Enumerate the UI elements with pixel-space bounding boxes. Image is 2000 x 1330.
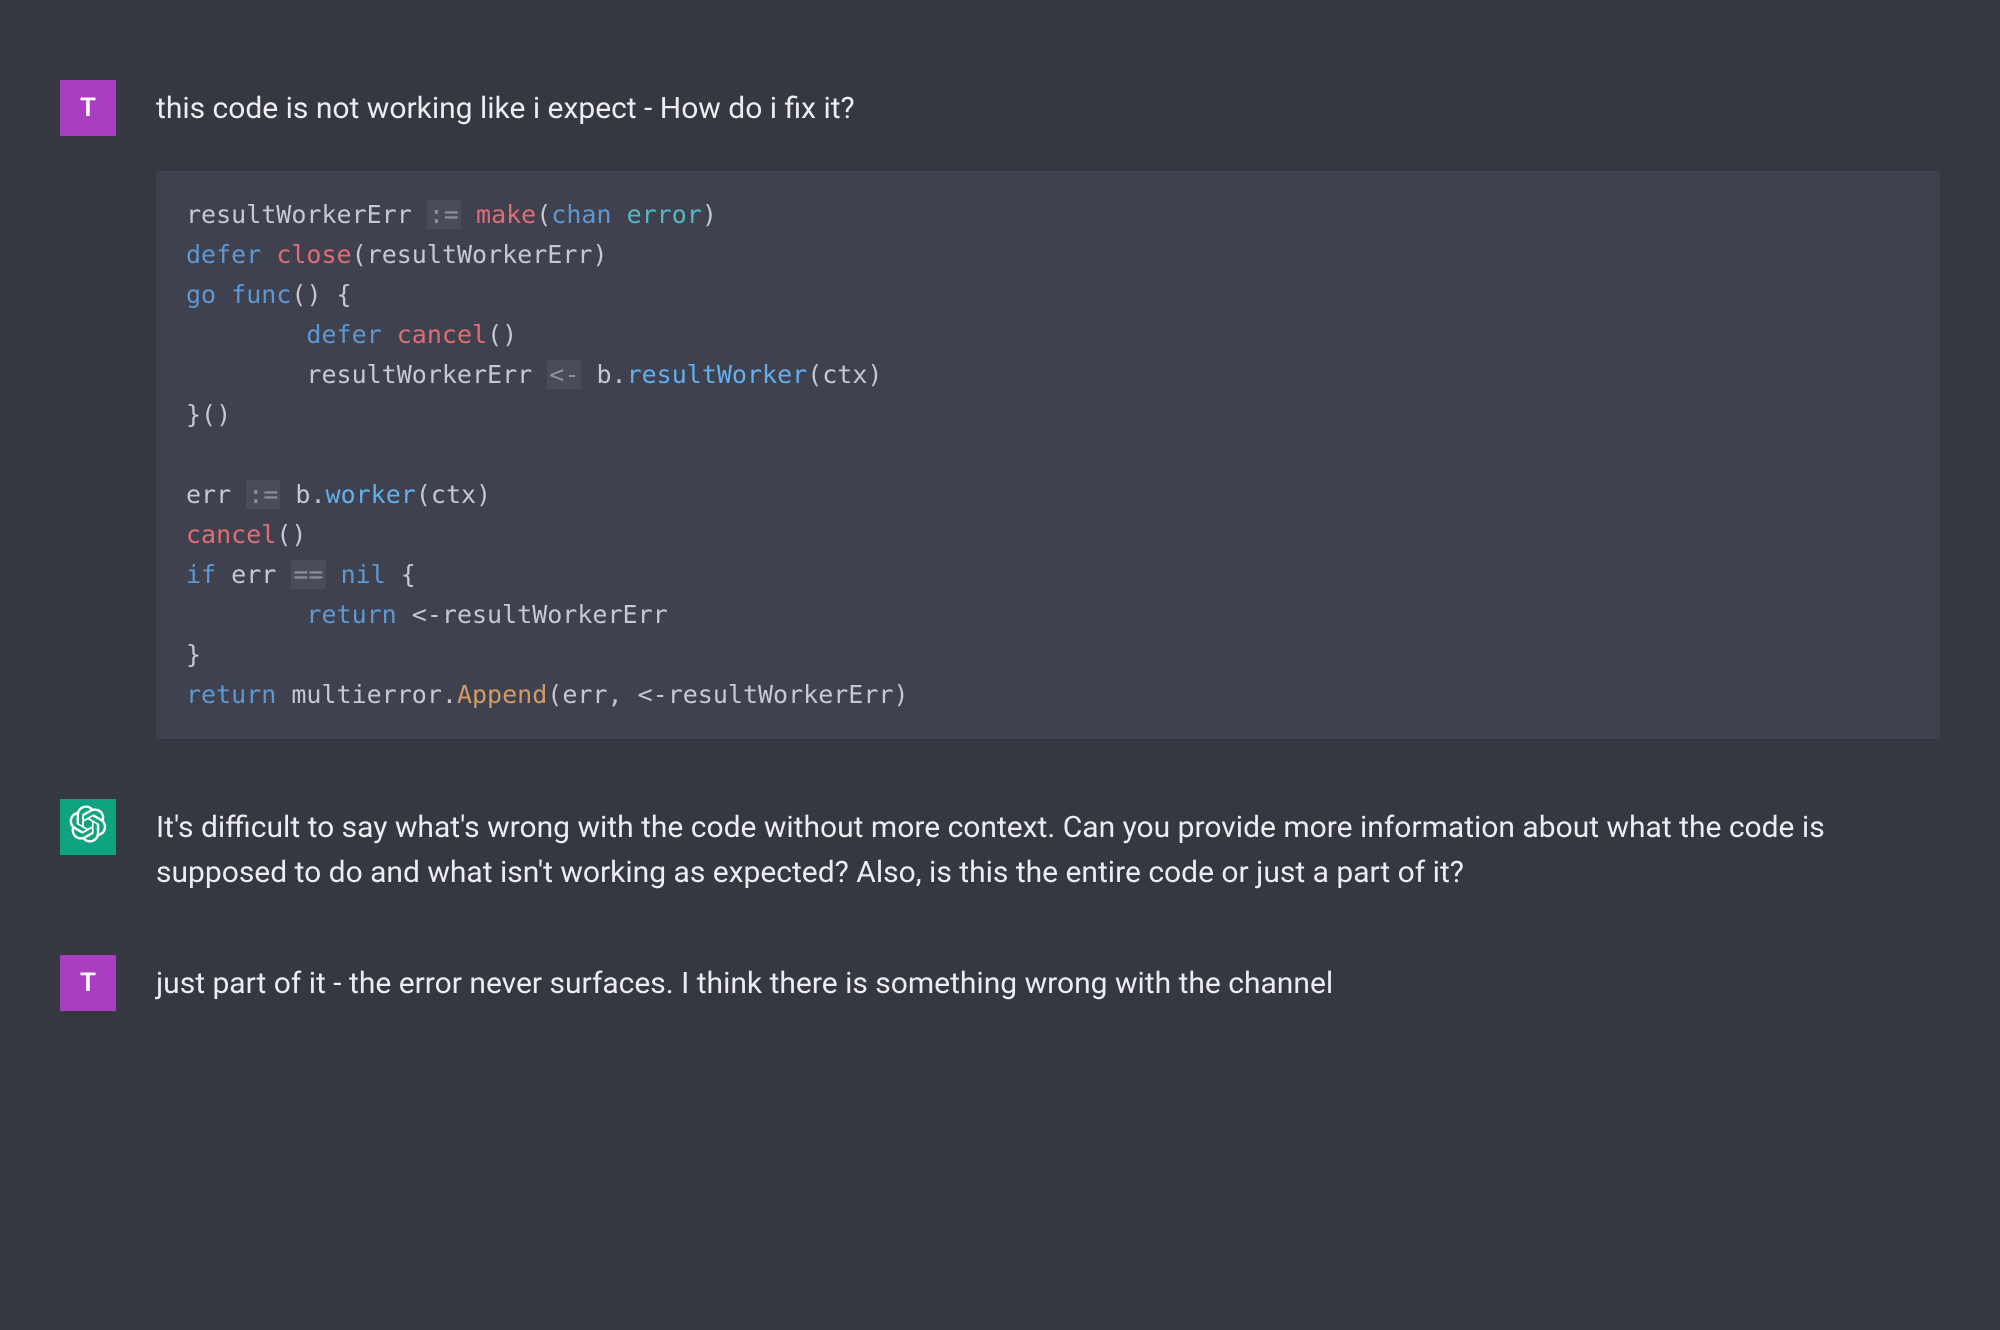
user-avatar: T xyxy=(60,955,116,1011)
message-text: It's difficult to say what's wrong with … xyxy=(156,805,1940,895)
avatar-letter: T xyxy=(80,968,96,998)
user-message-2: T just part of it - the error never surf… xyxy=(60,955,1940,1011)
message-text: this code is not working like i expect -… xyxy=(156,86,1940,131)
message-text: just part of it - the error never surfac… xyxy=(156,961,1940,1006)
user-message-1: T this code is not working like i expect… xyxy=(60,80,1940,739)
openai-logo-icon xyxy=(69,805,107,850)
code-block[interactable]: resultWorkerErr := make(chan error) defe… xyxy=(156,171,1940,739)
code-content: resultWorkerErr := make(chan error) defe… xyxy=(186,195,1910,715)
assistant-avatar xyxy=(60,799,116,855)
assistant-message-1: It's difficult to say what's wrong with … xyxy=(60,799,1940,895)
user-avatar: T xyxy=(60,80,116,136)
message-content: just part of it - the error never surfac… xyxy=(156,955,1940,1006)
message-content: this code is not working like i expect -… xyxy=(156,80,1940,739)
message-content: It's difficult to say what's wrong with … xyxy=(156,799,1940,895)
avatar-letter: T xyxy=(80,93,96,123)
